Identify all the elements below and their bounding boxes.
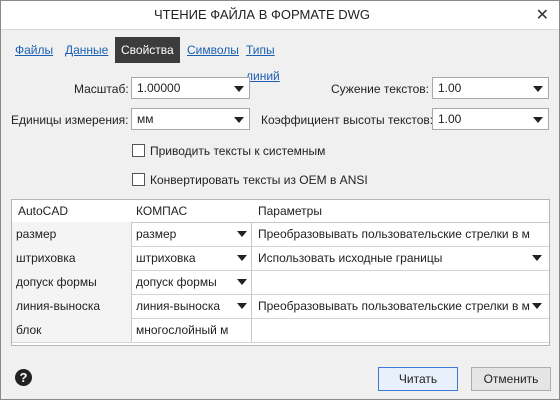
column-header-autocad: AutoCAD [18,204,69,218]
params-cell[interactable]: Преобразовывать пользовательские стрелки… [252,222,549,246]
dwg-import-dialog: ЧТЕНИЕ ФАЙЛА В ФОРМАТЕ DWG ✕ Файлы Данны… [0,0,560,400]
oem-ansi-checkbox[interactable] [132,173,145,186]
kompas-cell[interactable]: размер [132,222,252,246]
window-title: ЧТЕНИЕ ФАЙЛА В ФОРМАТЕ DWG [154,7,370,22]
chevron-down-icon [234,117,244,123]
help-icon[interactable]: ? [15,369,32,386]
tab-properties[interactable]: Свойства [115,37,180,63]
tab-line-types[interactable]: Типы линий [246,37,280,83]
chevron-down-icon[interactable] [237,279,247,285]
units-combo[interactable]: мм [131,108,250,130]
text-compress-label: Сужение текстов: [331,82,430,96]
kompas-cell[interactable]: допуск формы [132,270,252,294]
autocad-cell: штриховка [12,246,132,270]
kompas-cell[interactable]: линия-выноска [132,294,252,318]
text-compress-value: 1.00 [438,81,462,95]
title-bar: ЧТЕНИЕ ФАЙЛА В ФОРМАТЕ DWG ✕ [1,1,559,30]
chevron-down-icon[interactable] [532,255,542,261]
chevron-down-icon[interactable] [237,231,247,237]
units-label: Единицы измерения: [11,113,129,127]
autocad-cell: блок [12,318,132,342]
system-fonts-label: Приводить тексты к системным [150,144,326,158]
column-header-kompas: КОМПАС [136,204,188,218]
table-row[interactable]: штриховка штриховка Использовать исходны… [12,246,549,271]
autocad-cell: допуск формы [12,270,132,294]
chevron-down-icon [533,117,543,123]
text-height-combo[interactable]: 1.00 [432,108,549,130]
chevron-down-icon[interactable] [237,303,247,309]
chevron-down-icon [234,86,244,92]
tab-files[interactable]: Файлы [15,37,53,63]
text-compress-combo[interactable]: 1.00 [432,77,549,99]
scale-label: Масштаб: [74,82,129,96]
cancel-button[interactable]: Отменить [471,367,551,391]
params-cell[interactable]: Использовать исходные границы [252,246,549,270]
table-row[interactable]: блок многослойный м [12,318,549,343]
params-cell[interactable] [252,318,549,342]
params-cell[interactable] [252,270,549,294]
table-row[interactable]: линия-выноска линия-выноска Преобразовыв… [12,294,549,319]
mapping-table: AutoCAD КОМПАС Параметры размер размер П… [11,199,550,346]
scale-value: 1.00000 [137,81,181,95]
scale-combo[interactable]: 1.00000 [131,77,250,99]
kompas-cell[interactable]: многослойный м [132,318,252,342]
text-height-value: 1.00 [438,112,462,126]
system-fonts-checkbox[interactable] [132,144,145,157]
units-value: мм [137,112,154,126]
column-header-params: Параметры [258,204,322,218]
tab-data[interactable]: Данные [65,37,108,63]
chevron-down-icon[interactable] [237,255,247,261]
read-button[interactable]: Читать [378,367,458,391]
chevron-down-icon[interactable] [532,303,542,309]
chevron-down-icon [533,86,543,92]
table-row[interactable]: допуск формы допуск формы [12,270,549,295]
tab-symbols[interactable]: Символы [187,37,239,63]
oem-ansi-label: Конвертировать тексты из OEM в ANSI [150,173,368,187]
close-icon[interactable]: ✕ [536,5,549,25]
autocad-cell: размер [12,222,132,246]
kompas-cell[interactable]: штриховка [132,246,252,270]
autocad-cell: линия-выноска [12,294,132,318]
params-cell[interactable]: Преобразовывать пользовательские стрелки… [252,294,549,318]
table-row[interactable]: размер размер Преобразовывать пользовате… [12,222,549,247]
table-header: AutoCAD КОМПАС Параметры [12,200,549,223]
text-height-label: Коэффициент высоты текстов: [261,113,434,127]
